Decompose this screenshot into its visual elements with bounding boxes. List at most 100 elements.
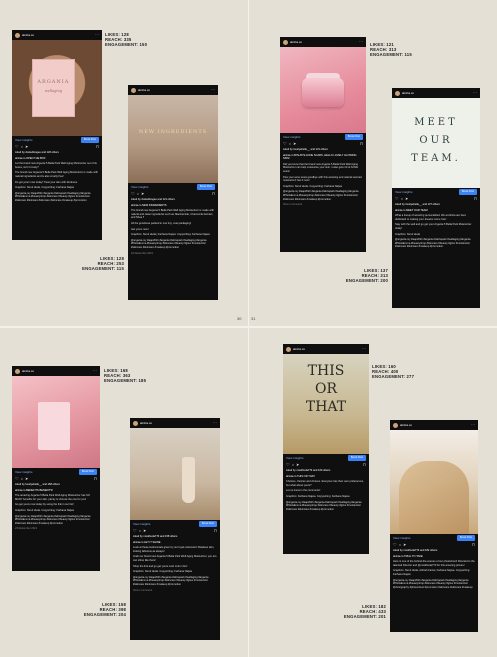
account-name[interactable]: alniria.co xyxy=(293,347,362,351)
boost-post-button[interactable]: Boost Post xyxy=(456,535,475,541)
stats-block: LIKES: 128 REACH: 253 ENGAGEMENT: 115 xyxy=(78,256,124,271)
more-options-icon[interactable]: ⋯ xyxy=(362,347,366,351)
insights-bar: View insights Boost Post xyxy=(283,454,369,462)
comment-icon[interactable]: ○ xyxy=(401,197,403,201)
more-options-icon[interactable]: ⋯ xyxy=(471,423,475,427)
view-comments-link[interactable]: View 1 comment xyxy=(283,203,363,207)
account-name[interactable]: alniria.co xyxy=(138,88,211,92)
more-options-icon[interactable]: ⋯ xyxy=(213,421,217,425)
share-icon[interactable]: ➤ xyxy=(405,197,408,201)
bookmark-icon[interactable]: ⊓ xyxy=(360,142,363,146)
hashtags: @argania.my #aap2021 #argania #skinspark… xyxy=(133,575,209,586)
boost-post-button[interactable]: Boost Post xyxy=(196,184,215,190)
share-icon[interactable]: ➤ xyxy=(25,477,28,481)
account-name[interactable]: alniria.co xyxy=(22,33,95,37)
caption-paragraph: The brand new Argania 5 Bella Park Well … xyxy=(15,171,98,178)
post-header: alniria.co ⋯ xyxy=(130,418,220,428)
post-card-new-ingredients: alniria.co ⋯ NEW INGREDIENTS View insight… xyxy=(128,85,218,300)
share-icon[interactable]: ➤ xyxy=(143,529,146,533)
stats-block: LIKES: 137 REACH: 313 ENGAGEMENT: 200 xyxy=(340,268,388,283)
page-number-right: 31 xyxy=(251,316,256,321)
post-header: alniria.co ⋯ xyxy=(390,420,478,430)
comment-icon[interactable]: ○ xyxy=(137,192,139,196)
more-options-icon[interactable]: ⋯ xyxy=(473,91,477,95)
comment-icon[interactable]: ○ xyxy=(289,142,291,146)
bookmark-icon[interactable]: ⊓ xyxy=(214,529,217,533)
share-icon[interactable]: ➤ xyxy=(293,142,296,146)
heart-icon[interactable]: ♡ xyxy=(395,197,399,201)
view-insights-link[interactable]: View insights xyxy=(15,470,32,474)
bookmark-icon[interactable]: ⊓ xyxy=(363,463,366,467)
caption-title: alniria.co THIS OR THAT xyxy=(286,474,315,478)
view-insights-link[interactable]: View insights xyxy=(133,522,150,526)
hashtags: @argania.my #aap2021 #argania #skinspark… xyxy=(395,238,471,249)
boost-post-button[interactable]: Boost Post xyxy=(347,455,366,461)
bookmark-icon[interactable]: ⊓ xyxy=(96,145,99,149)
caption-paragraph: The brand new Argania 5 Bella Park Well … xyxy=(131,209,214,220)
share-icon[interactable]: ➤ xyxy=(296,463,299,467)
avatar xyxy=(131,87,136,93)
comment-icon[interactable]: ○ xyxy=(139,529,141,533)
avatar xyxy=(283,39,288,45)
heart-icon[interactable]: ♡ xyxy=(283,142,287,146)
post-card-this-or-that: alniria.co ⋯ THIS OR THAT View insights Bo… xyxy=(283,344,369,554)
comment-icon[interactable]: ○ xyxy=(21,477,23,481)
boost-post-button[interactable]: Boost Post xyxy=(344,134,363,140)
boost-post-button[interactable]: Boost Post xyxy=(80,137,99,143)
view-insights-link[interactable]: View insights xyxy=(15,138,32,142)
heart-icon[interactable]: ♡ xyxy=(286,463,290,467)
share-icon[interactable]: ➤ xyxy=(25,145,28,149)
share-icon[interactable]: ➤ xyxy=(141,192,144,196)
boost-post-button[interactable]: Boost Post xyxy=(198,521,217,527)
heart-icon[interactable]: ♡ xyxy=(133,529,137,533)
view-insights-link[interactable]: View insights xyxy=(131,185,148,189)
credits: Graphics: Nurul Huda. Copywriting: Farha… xyxy=(283,184,342,188)
heart-icon[interactable]: ♡ xyxy=(393,543,397,547)
comment-icon[interactable]: ○ xyxy=(21,145,23,149)
fabric-drape xyxy=(398,461,470,534)
heart-icon[interactable]: ♡ xyxy=(15,145,19,149)
view-insights-link[interactable]: View insights xyxy=(395,190,412,194)
post-image: ARGANIA wellaging xyxy=(12,40,102,136)
stats-block: LIKES: 168 REACH: 363 ENGAGEMENT: 185 xyxy=(104,368,146,383)
account-name[interactable]: alniria.co xyxy=(400,423,471,427)
more-options-icon[interactable]: ⋯ xyxy=(93,369,97,373)
insights-bar: View insights Boost Post xyxy=(280,133,366,141)
post-header: alniria.co ⋯ xyxy=(128,85,218,95)
credits: Graphics: Nurul Huda. Copywriting: Farha… xyxy=(133,570,192,574)
bookmark-icon[interactable]: ⊓ xyxy=(472,543,475,547)
account-name[interactable]: alniria.co xyxy=(22,369,93,373)
bookmark-icon[interactable]: ⊓ xyxy=(94,477,97,481)
credits: Graphics: Nurul Huda xyxy=(395,232,420,236)
engagement-stat: ENGAGEMENT: 150 xyxy=(105,42,148,47)
post-header: alniria.co ⋯ xyxy=(392,88,480,98)
post-card-trial-to-take: alniria.co ⋯ View insights Boost Post ♡ ○ ➤ ⊓… xyxy=(390,420,478,632)
engagement-stat: ENGAGEMENT: 204 xyxy=(83,612,126,617)
account-name[interactable]: alniria.co xyxy=(402,91,473,95)
more-options-icon[interactable]: ⋯ xyxy=(211,88,215,92)
image-word-team: TEAM. xyxy=(411,153,461,164)
more-options-icon[interactable]: ⋯ xyxy=(95,33,99,37)
post-image xyxy=(390,430,478,534)
account-name[interactable]: alniria.co xyxy=(140,421,213,425)
likes-line: Liked by lovelyebelle__ and 137 others xyxy=(395,203,440,206)
share-icon[interactable]: ➤ xyxy=(403,543,406,547)
account-name[interactable]: alniria.co xyxy=(290,40,359,44)
boost-post-button[interactable]: Boost Post xyxy=(78,469,97,475)
view-insights-link[interactable]: View insights xyxy=(393,536,410,540)
heart-icon[interactable]: ♡ xyxy=(131,192,135,196)
post-caption: Liked by clairedloogee and 121 others al… xyxy=(128,197,218,258)
bookmark-icon[interactable]: ⊓ xyxy=(212,192,215,196)
view-insights-link[interactable]: View insights xyxy=(286,456,303,460)
view-comments-link[interactable]: View 1 comment xyxy=(133,589,217,593)
spread-separator xyxy=(0,326,497,328)
bookmark-icon[interactable]: ⊓ xyxy=(474,197,477,201)
avatar xyxy=(133,420,138,426)
view-insights-link[interactable]: View insights xyxy=(283,135,300,139)
heart-icon[interactable]: ♡ xyxy=(15,477,19,481)
more-options-icon[interactable]: ⋯ xyxy=(359,40,363,44)
boost-post-button[interactable]: Boost Post xyxy=(458,189,477,195)
post-date: 22 December 2021 xyxy=(131,251,154,255)
comment-icon[interactable]: ○ xyxy=(292,463,294,467)
comment-icon[interactable]: ○ xyxy=(399,543,401,547)
